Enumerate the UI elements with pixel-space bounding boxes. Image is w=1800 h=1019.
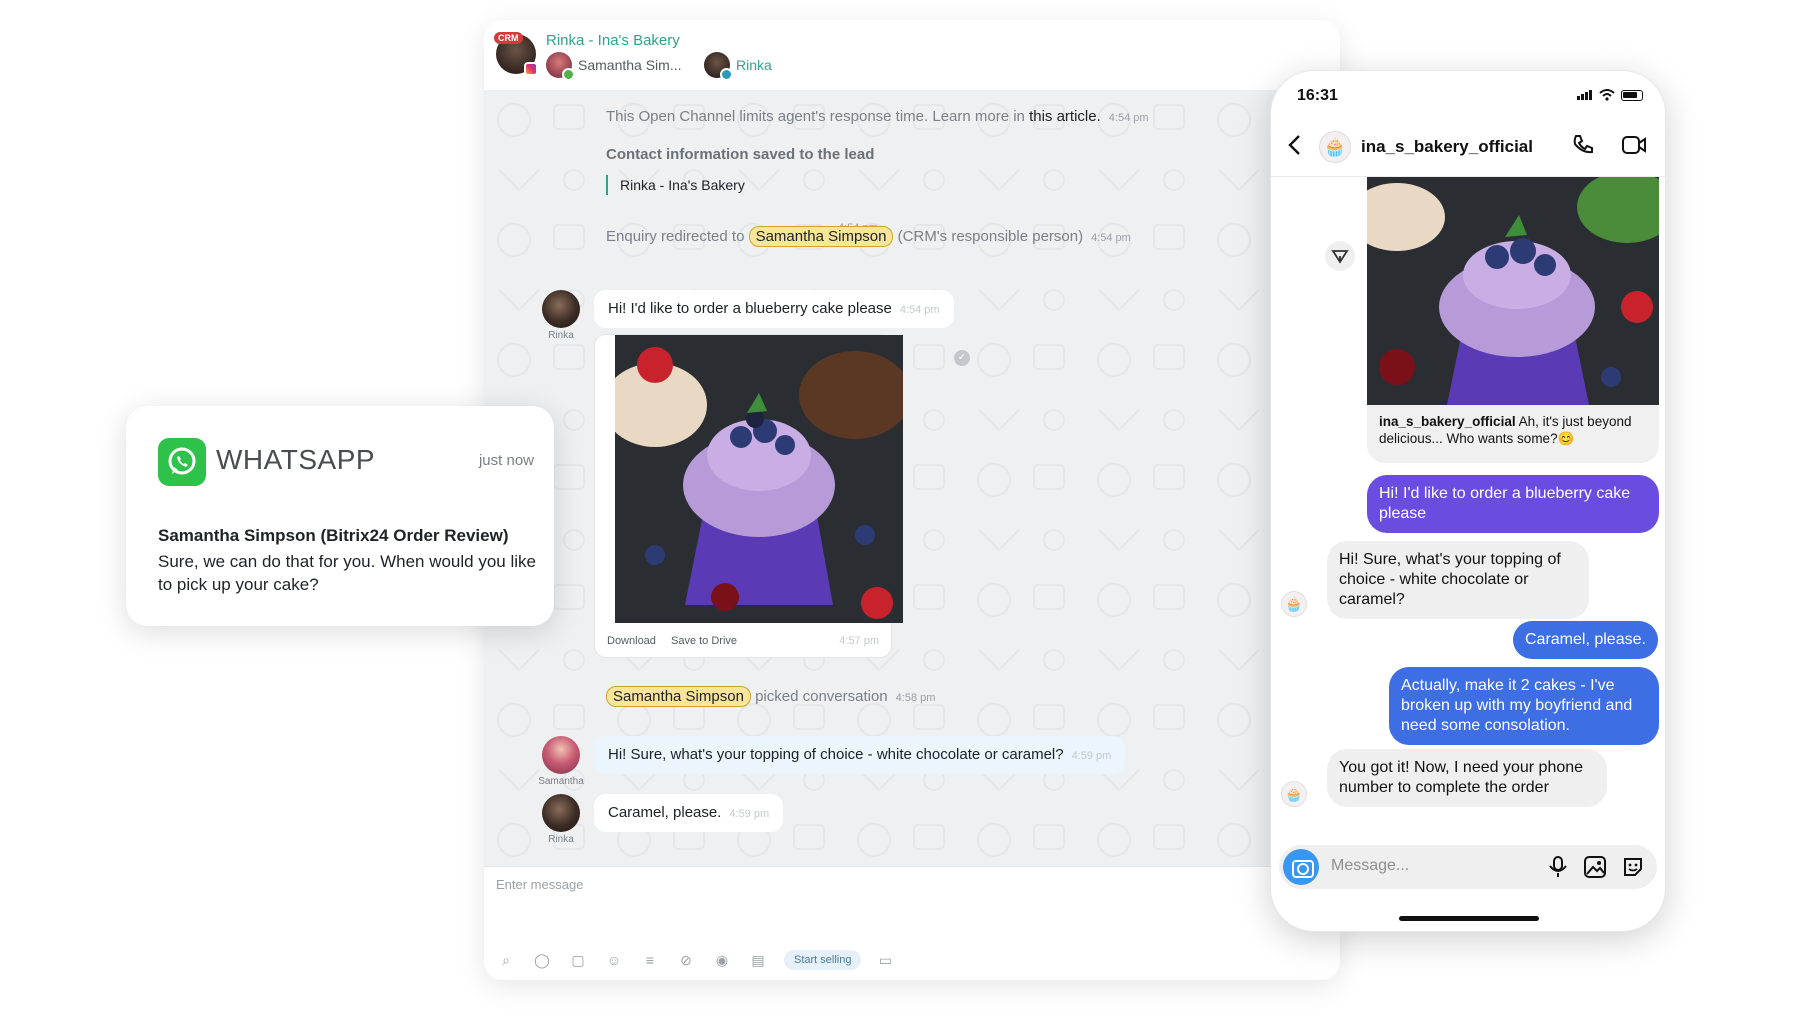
outgoing-message: Caramel, please.	[1513, 621, 1658, 659]
contact-info-block: Contact information saved to the lead Ri…	[606, 146, 874, 195]
check-icon: ✓	[954, 350, 970, 366]
composer-tools	[1533, 855, 1645, 879]
incoming-message: You got it! Now, I need your phone numbe…	[1327, 749, 1607, 807]
redirect-message: Enquiry redirected to Samantha Simpson (…	[606, 226, 1131, 247]
payment-icon[interactable]: ◉	[712, 950, 732, 970]
notification-app-name: WHATSAPP	[216, 444, 376, 475]
share-icon[interactable]	[1325, 241, 1355, 271]
video-call-icon[interactable]	[1621, 135, 1647, 155]
signal-icon	[1577, 90, 1593, 100]
avatar[interactable]	[542, 290, 580, 328]
instagram-composer: Message...	[1279, 845, 1657, 889]
message-composer[interactable]: Enter message ⌕ ◯ ▢ ☺ ≡ ⊘ ◉ ▤ Start sell…	[484, 866, 1340, 980]
instagram-username[interactable]: ina_s_bakery_official	[1361, 137, 1533, 157]
message-bubble: Caramel, please. 4:59 pm	[594, 794, 784, 832]
cupcake-avatar-icon[interactable]: 🧁	[1319, 131, 1351, 163]
avatar[interactable]	[542, 736, 580, 774]
shared-post[interactable]: ina_s_bakery_official Ah, it's just beyo…	[1367, 177, 1659, 463]
avatar[interactable]	[542, 794, 580, 832]
status-icons	[1577, 89, 1643, 101]
message-bubble: Hi! I'd like to order a blueberry cake p…	[594, 290, 954, 328]
timestamp: 4:57 pm	[839, 635, 879, 647]
notification-sender: Samantha Simpson (Bitrix24 Order Review)	[158, 526, 509, 545]
chat-title[interactable]: Rinka - Ina's Bakery	[546, 32, 680, 49]
wifi-icon	[1599, 89, 1615, 101]
sticker-icon[interactable]	[1621, 855, 1645, 879]
contact-title: Contact information saved to the lead	[606, 146, 875, 163]
header-user-rinka[interactable]: Rinka	[704, 52, 772, 81]
chat-header: CRM Rinka - Ina's Bakery Samantha Sim...…	[484, 20, 1340, 90]
crm-badge: CRM	[494, 32, 523, 44]
battery-icon	[1621, 89, 1643, 101]
message-bubble: Hi! Sure, what's your topping of choice …	[594, 736, 1126, 774]
start-selling-button[interactable]: Start selling	[784, 950, 862, 970]
composer-toolbar: ⌕ ◯ ▢ ☺ ≡ ⊘ ◉ ▤ Start selling ▭	[496, 950, 911, 970]
camera-icon[interactable]	[1283, 849, 1319, 885]
microphone-icon[interactable]	[1547, 855, 1569, 879]
instagram-icon	[524, 62, 538, 76]
message-input[interactable]: Enter message	[496, 877, 583, 892]
header-user-name: Rinka	[736, 57, 772, 73]
outgoing-message: Hi! I'd like to order a blueberry cake p…	[1367, 475, 1659, 533]
avatar	[704, 52, 733, 81]
cupcake-avatar-icon: 🧁	[1281, 781, 1307, 807]
author-name: Rinka	[548, 834, 574, 845]
edit-icon[interactable]: ▢	[568, 950, 588, 970]
outgoing-message: Actually, make it 2 cakes - I've broken …	[1389, 667, 1659, 745]
notification-body: Sure, we can do that for you. When would…	[158, 552, 536, 594]
hide-icon[interactable]: ⊘	[676, 950, 696, 970]
post-caption: ina_s_bakery_official Ah, it's just beyo…	[1379, 414, 1632, 446]
user-mention[interactable]: Samantha Simpson	[748, 226, 894, 247]
status-dot-icon	[562, 68, 575, 81]
notice-message: This Open Channel limits agent's respons…	[606, 108, 1149, 125]
window-icon[interactable]: ▭	[875, 950, 895, 970]
status-dot-icon	[720, 68, 733, 81]
image-actions: Download Save to Drive	[607, 635, 749, 647]
author-name: Rinka	[548, 330, 574, 341]
whatsapp-icon	[158, 438, 206, 486]
whatsapp-notification[interactable]: WHATSAPP just now Samantha Simpson (Bitr…	[126, 406, 554, 626]
instagram-header: 🧁 ina_s_bakery_official	[1271, 115, 1665, 177]
home-indicator	[1399, 916, 1539, 921]
status-time: 16:31	[1297, 87, 1338, 104]
phone-instagram-dm: 16:31 🧁 ina_s_bakery_official ina_s_bake…	[1270, 70, 1666, 932]
user-icon[interactable]: ◯	[532, 950, 552, 970]
chat-window: CRM Rinka - Ina's Bakery Samantha Sim...…	[484, 20, 1340, 980]
header-user-samantha[interactable]: Samantha Sim...	[546, 52, 682, 81]
save-to-drive-button[interactable]: Save to Drive	[671, 635, 737, 647]
header-user-name: Samantha Sim...	[578, 57, 682, 73]
user-mention[interactable]: Samantha Simpson	[606, 686, 751, 707]
incoming-message: Hi! Sure, what's your topping of choice …	[1327, 541, 1589, 619]
picked-message: Samantha Simpson picked conversation 4:58…	[606, 686, 935, 707]
article-link[interactable]: this article.	[1029, 108, 1101, 125]
smile-icon[interactable]: ☺	[604, 950, 624, 970]
list-icon[interactable]: ≡	[640, 950, 660, 970]
message-input[interactable]: Message...	[1331, 857, 1409, 875]
cupcake-photo	[1367, 177, 1659, 405]
contact-lead-link[interactable]: Rinka - Ina's Bakery	[606, 175, 874, 195]
notification-time: just now	[478, 452, 534, 469]
cupcake-avatar-icon: 🧁	[1281, 591, 1307, 617]
back-icon[interactable]	[1285, 133, 1305, 157]
author-name: Samantha	[538, 776, 584, 787]
download-button[interactable]: Download	[607, 635, 656, 647]
attach-icon[interactable]: ⌕	[496, 950, 516, 970]
document-icon[interactable]: ▤	[748, 950, 768, 970]
gallery-icon[interactable]	[1583, 855, 1607, 879]
avatar	[546, 52, 575, 81]
cupcake-photo[interactable]	[615, 335, 903, 623]
phone-call-icon[interactable]	[1571, 133, 1595, 157]
image-attachment: Download Save to Drive 4:57 pm	[594, 334, 903, 658]
